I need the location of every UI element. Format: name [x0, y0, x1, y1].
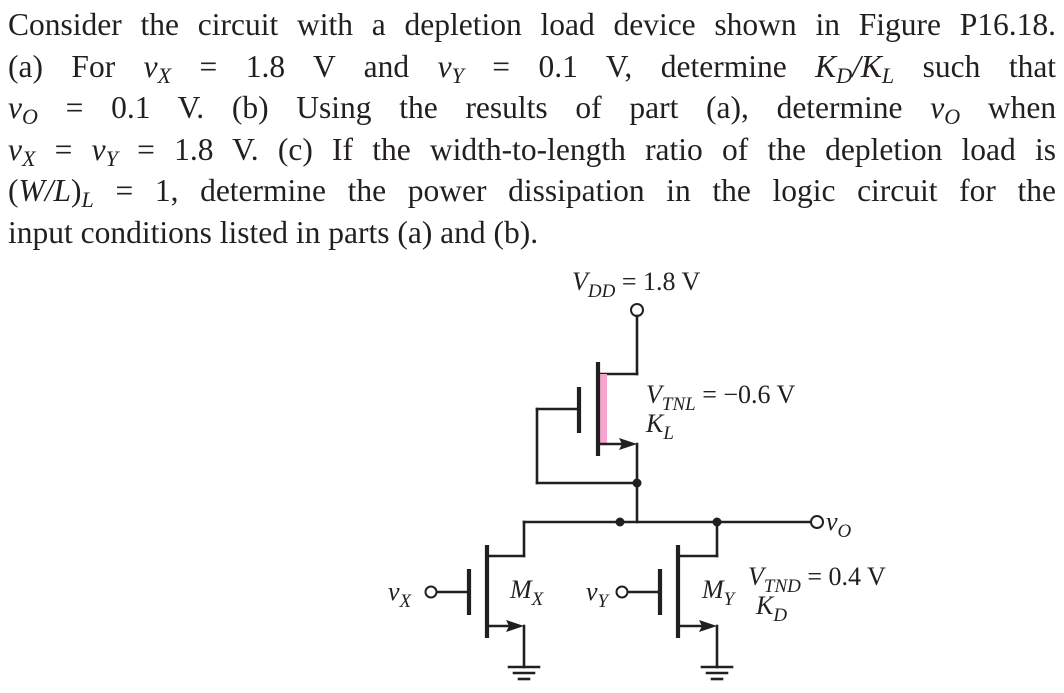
junction-node: [615, 517, 625, 527]
vy-label: vY: [586, 577, 611, 612]
vx-input-terminal[interactable]: [424, 585, 438, 599]
vx-label: vX: [388, 577, 413, 612]
vy-input-terminal[interactable]: [615, 585, 629, 599]
mx-label: MX: [509, 575, 545, 610]
vdd-label: VDD = 1.8 V: [572, 267, 701, 302]
output-terminal[interactable]: [810, 515, 824, 529]
vdd-terminal: [630, 303, 644, 317]
vo-label: vO: [826, 507, 852, 542]
vtnl-label: VTNL = −0.6 V: [646, 380, 796, 415]
load-transistor: [535, 314, 642, 524]
junction-node: [632, 478, 642, 488]
circuit-diagram: VDD = 1.8 V VTNL = −0.6 V KL vO vX MX vY…: [388, 267, 886, 681]
my-label: MY: [701, 575, 737, 610]
